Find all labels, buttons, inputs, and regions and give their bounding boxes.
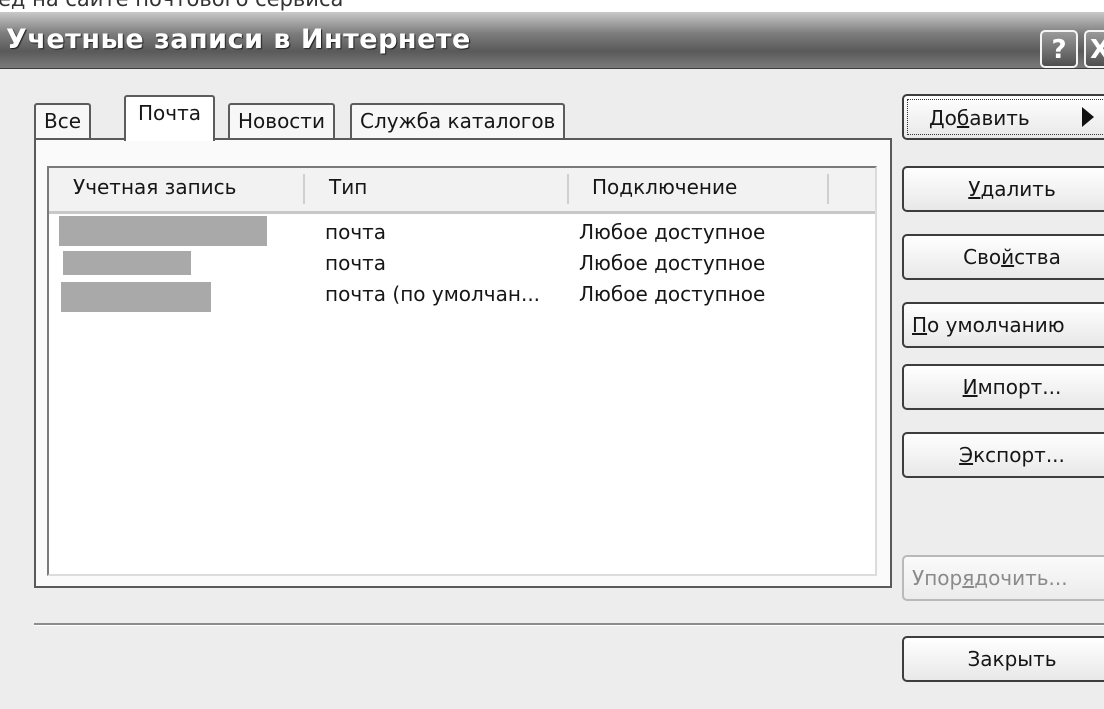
column-separator[interactable] [567, 174, 569, 204]
column-header-type[interactable]: Тип [329, 175, 367, 199]
column-header-account[interactable]: Учетная запись [73, 175, 236, 199]
account-type: почта [325, 220, 387, 244]
background-text-strip: ед на сайте почтового сервиса [0, 0, 1104, 12]
close-button[interactable]: Закрыть [902, 636, 1104, 682]
tab-panel: Учетная запись Тип Подключение почта Люб… [34, 138, 892, 588]
column-header-connection[interactable]: Подключение [592, 175, 737, 199]
tab-news-label: Новости [238, 109, 325, 133]
account-connection: Любое доступное [579, 282, 766, 306]
background-text: ед на сайте почтового сервиса [0, 0, 343, 11]
accounts-list[interactable]: Учетная запись Тип Подключение почта Люб… [47, 166, 877, 576]
export-button[interactable]: Экспорт... [902, 432, 1104, 478]
list-item[interactable]: почта Любое доступное [49, 216, 875, 247]
tab-all-label: Все [44, 109, 82, 133]
properties-button-label: Свойства [963, 245, 1061, 269]
redacted-account-name [63, 251, 191, 275]
tab-directory-service[interactable]: Служба каталогов [350, 103, 566, 138]
close-window-button[interactable]: X [1084, 30, 1104, 68]
column-separator[interactable] [303, 174, 305, 204]
tab-all[interactable]: Все [34, 103, 92, 138]
title-bar[interactable]: Учетные записи в Интернете ? X [0, 12, 1104, 69]
set-default-button[interactable]: По умолчанию [902, 302, 1104, 348]
import-button-label: Импорт... [962, 375, 1062, 399]
properties-button[interactable]: Свойства [902, 234, 1104, 280]
account-connection: Любое доступное [579, 251, 766, 275]
order-button[interactable]: Упорядочить... [902, 555, 1104, 601]
column-separator[interactable] [827, 174, 829, 204]
window-title: Учетные записи в Интернете [6, 24, 471, 55]
list-header: Учетная запись Тип Подключение [49, 168, 875, 214]
set-default-button-label: По умолчанию [912, 313, 1065, 337]
account-connection: Любое доступное [579, 220, 766, 244]
tab-directory-service-label: Служба каталогов [360, 109, 556, 133]
redacted-account-name [59, 216, 267, 246]
account-type: почта (по умолчан... [325, 282, 541, 306]
remove-button[interactable]: Удалить [902, 166, 1104, 212]
list-item[interactable]: почта (по умолчан... Любое доступное [49, 278, 875, 312]
tab-mail-label: Почта [138, 101, 201, 125]
tab-mail[interactable]: Почта [124, 95, 215, 141]
separator-line [34, 623, 1104, 626]
help-button[interactable]: ? [1040, 30, 1078, 68]
submenu-arrow-icon [1082, 107, 1094, 127]
import-button[interactable]: Импорт... [902, 364, 1104, 410]
remove-button-label: Удалить [968, 177, 1056, 201]
close-icon: X [1090, 35, 1104, 65]
help-icon: ? [1051, 35, 1067, 65]
close-button-label: Закрыть [967, 647, 1057, 671]
tab-news[interactable]: Новости [228, 103, 335, 138]
redacted-account-name [61, 282, 211, 312]
order-button-label: Упорядочить... [912, 566, 1068, 590]
list-item[interactable]: почта Любое доступное [49, 247, 875, 278]
account-type: почта [325, 251, 387, 275]
add-button[interactable]: Добавить [902, 94, 1104, 140]
add-button-label: Добавить [929, 106, 1030, 130]
export-button-label: Экспорт... [959, 443, 1065, 467]
